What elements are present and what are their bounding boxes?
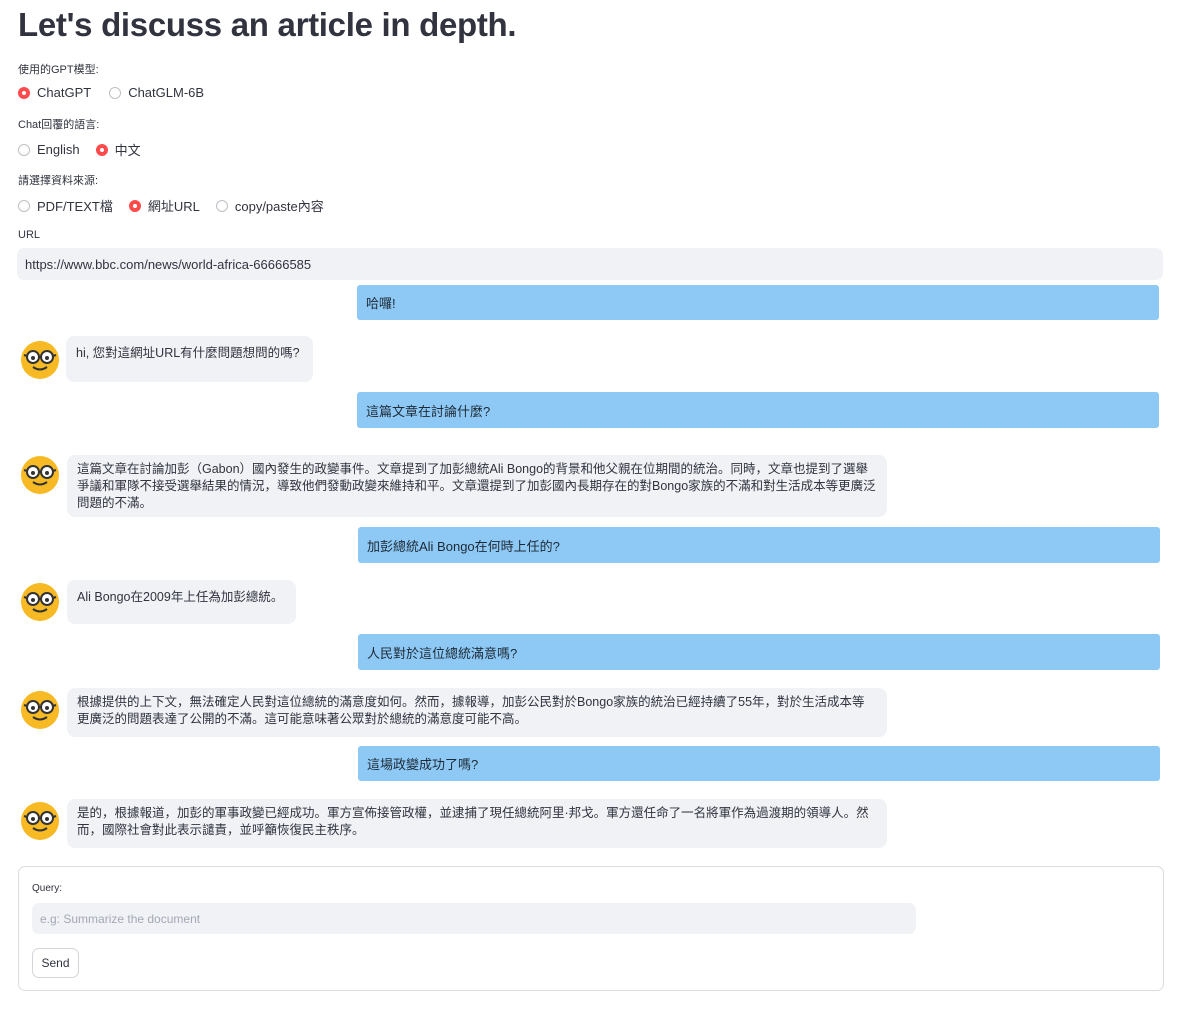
radio-copy-paste[interactable]: copy/paste內容 <box>215 196 324 215</box>
bot-message: Ali Bongo在2009年上任為加彭總統。 <box>67 580 296 624</box>
bot-message-text: 是的，根據報道，加彭的軍事政變已經成功。軍方宣佈接管政權，並逮捕了現任總統阿里·… <box>77 806 869 837</box>
radio-indicator <box>18 143 30 156</box>
radio-label: 中文 <box>114 143 141 158</box>
bot-avatar-icon <box>21 583 59 621</box>
user-message-text: 哈囉! <box>366 296 396 311</box>
bot-message: 根據提供的上下文，無法確定人民對這位總統的滿意度如何。然而，據報導，加彭公民對於… <box>67 688 887 737</box>
bot-message: 是的，根據報道，加彭的軍事政變已經成功。軍方宣佈接管政權，並逮捕了現任總統阿里·… <box>67 799 887 848</box>
bot-message-text: Ali Bongo在2009年上任為加彭總統。 <box>77 590 284 604</box>
language-group-label: Chat回覆的語言: <box>18 119 100 131</box>
bot-avatar-icon <box>21 456 59 494</box>
radio-chatgpt[interactable]: ChatGPT <box>18 85 91 100</box>
user-message: 人民對於這位總統滿意嗎? <box>358 634 1160 670</box>
bot-message-text: 根據提供的上下文，無法確定人民對這位總統的滿意度如何。然而，據報導，加彭公民對於… <box>77 695 865 726</box>
user-message-text: 加彭總統Ali Bongo在何時上任的? <box>367 538 560 554</box>
radio-indicator <box>18 86 30 99</box>
radio-url[interactable]: 網址URL <box>128 196 200 215</box>
user-message: 加彭總統Ali Bongo在何時上任的? <box>358 527 1160 563</box>
bot-message: 這篇文章在討論加彭（Gabon）國內發生的政變事件。文章提到了加彭總統Ali B… <box>67 455 887 517</box>
radio-chatglm[interactable]: ChatGLM-6B <box>109 85 204 100</box>
radio-indicator <box>18 199 30 212</box>
user-message: 這場政變成功了嗎? <box>358 746 1160 781</box>
bot-avatar-icon <box>21 802 59 840</box>
model-group-label: 使用的GPT模型: <box>18 64 99 76</box>
radio-indicator <box>109 86 122 99</box>
url-input[interactable]: https://www.bbc.com/news/world-africa-66… <box>17 248 1163 280</box>
radio-label: copy/paste內容 <box>234 199 324 214</box>
radio-label: 網址URL <box>147 199 200 214</box>
query-form: Query: Send <box>18 866 1164 991</box>
radio-english[interactable]: English <box>18 142 80 157</box>
bot-message-text: hi, 您對這網址URL有什麼問題想問的嗎? <box>76 346 300 360</box>
radio-pdf-text[interactable]: PDF/TEXT檔 <box>18 196 113 215</box>
query-label: Query: <box>32 883 63 894</box>
radio-label: English <box>37 142 80 157</box>
bot-avatar-icon <box>21 341 59 379</box>
bot-message-text: 這篇文章在討論加彭（Gabon）國內發生的政變事件。文章提到了加彭總統Ali B… <box>77 462 876 510</box>
radio-indicator <box>95 143 108 156</box>
url-label: URL <box>18 229 41 241</box>
radio-label: ChatGPT <box>37 85 92 100</box>
bot-message: hi, 您對這網址URL有什麼問題想問的嗎? <box>66 336 313 382</box>
send-button[interactable]: Send <box>32 948 79 978</box>
radio-label: ChatGLM-6B <box>128 85 205 100</box>
user-message: 這篇文章在討論什麼? <box>357 392 1159 428</box>
user-message-text: 這篇文章在討論什麼? <box>366 403 491 419</box>
radio-indicator <box>215 199 228 212</box>
user-message-text: 這場政變成功了嗎? <box>367 757 479 772</box>
user-message: 哈囉! <box>357 285 1159 320</box>
source-group-label: 請選擇資料來源: <box>18 175 99 187</box>
page-title: Let's discuss an article in depth. <box>18 6 517 43</box>
model-radio-group: ChatGPT ChatGLM-6B <box>18 85 204 100</box>
source-radio-group: PDF/TEXT檔 網址URL copy/paste內容 <box>18 196 324 215</box>
bot-avatar-icon <box>21 691 59 729</box>
radio-chinese[interactable]: 中文 <box>95 140 141 159</box>
radio-indicator <box>128 199 141 212</box>
query-input[interactable] <box>32 903 916 934</box>
url-value: https://www.bbc.com/news/world-africa-66… <box>25 256 312 272</box>
radio-label: PDF/TEXT檔 <box>37 199 113 214</box>
language-radio-group: English 中文 <box>18 140 141 159</box>
user-message-text: 人民對於這位總統滿意嗎? <box>367 645 518 661</box>
